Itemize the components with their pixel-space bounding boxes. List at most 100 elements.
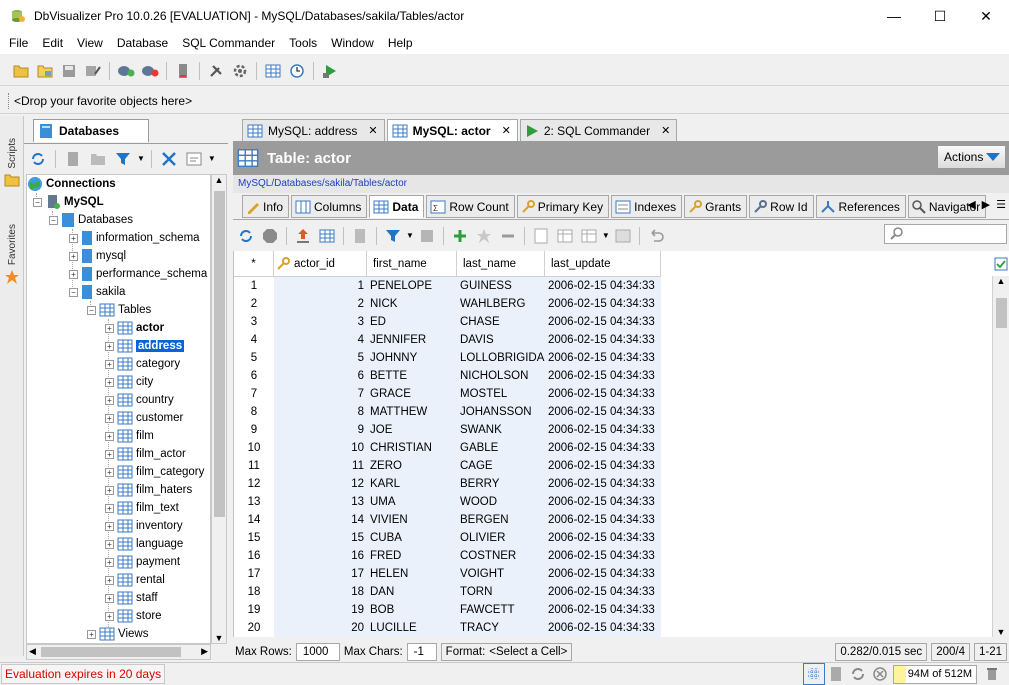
table-cell[interactable]: 2 — [274, 295, 367, 313]
table-row[interactable]: 6 6 BETTE NICHOLSON 2006-02-15 04:34:33 — [234, 367, 661, 385]
tree-mysql-connection[interactable]: − MySQL — [33, 193, 104, 211]
table-row[interactable]: 4 4 JENNIFER DAVIS 2006-02-15 04:34:33 — [234, 331, 661, 349]
table-cell[interactable]: 2006-02-15 04:34:33 — [545, 295, 661, 313]
table-cell[interactable]: KARL — [367, 475, 457, 493]
table-cell[interactable]: NICHOLSON — [457, 367, 545, 385]
tree-schema-mysql[interactable]: + mysql — [69, 247, 126, 265]
collapse-toggle[interactable]: − — [69, 287, 78, 297]
collapse-toggle[interactable]: − — [49, 215, 58, 225]
duplicate-row-button[interactable] — [473, 225, 495, 247]
subtab-columns[interactable]: Columns — [291, 195, 368, 218]
table-cell[interactable]: 2006-02-15 04:34:33 — [545, 619, 661, 637]
scroll-down-icon[interactable]: ▼ — [212, 633, 226, 643]
table-cell[interactable]: 2006-02-15 04:34:33 — [545, 583, 661, 601]
table-row[interactable]: 5 5 JOHNNY LOLLOBRIGIDA 2006-02-15 04:34:33 — [234, 349, 661, 367]
table-cell[interactable]: 4 — [274, 331, 367, 349]
table-cell[interactable]: 2006-02-15 04:34:33 — [545, 277, 661, 295]
tab-mysql-address[interactable]: MySQL: address ✕ — [242, 119, 385, 141]
table-cell[interactable]: 2006-02-15 04:34:33 — [545, 349, 661, 367]
column-header-actor-id[interactable]: actor_id — [274, 251, 367, 277]
tree-table-actor[interactable]: + actor — [105, 319, 164, 337]
expand-toggle[interactable]: + — [105, 413, 114, 423]
cancel-all-button[interactable] — [869, 663, 891, 685]
tree-table-film-actor[interactable]: + film_actor — [105, 445, 186, 463]
table-cell[interactable]: 2006-02-15 04:34:33 — [545, 511, 661, 529]
table-cell[interactable]: 10 — [274, 439, 367, 457]
table-cell[interactable]: CUBA — [367, 529, 457, 547]
export-button[interactable] — [292, 225, 314, 247]
scheduler-button[interactable] — [286, 60, 308, 82]
undo-button[interactable] — [645, 225, 667, 247]
expand-toggle[interactable]: + — [105, 449, 114, 459]
tree-connections[interactable]: Connections — [27, 175, 116, 193]
table-cell[interactable]: 20 — [274, 619, 367, 637]
scripts-tab[interactable]: Scripts — [2, 138, 22, 187]
expand-toggle[interactable]: + — [105, 503, 114, 513]
table-cell[interactable]: 2006-02-15 04:34:33 — [545, 331, 661, 349]
table-cell[interactable]: GUINESS — [457, 277, 545, 295]
subtab-grants[interactable]: Grants — [684, 195, 748, 218]
tree-table-inventory[interactable]: + inventory — [105, 517, 183, 535]
table-cell[interactable]: JOE — [367, 421, 457, 439]
tree-table-rental[interactable]: + rental — [105, 571, 165, 589]
scroll-left-icon[interactable]: ◀ — [967, 198, 975, 211]
expand-toggle[interactable]: + — [105, 539, 114, 549]
close-icon[interactable]: ✕ — [661, 124, 670, 137]
subtab-references[interactable]: References — [815, 195, 906, 218]
tab-list-icon[interactable]: ☰ — [996, 198, 1006, 211]
table-cell[interactable]: 1 — [274, 277, 367, 295]
tree-table-customer[interactable]: + customer — [105, 409, 183, 427]
tree-horizontal-scrollbar[interactable]: ◀ ▶ — [26, 644, 211, 660]
quick-filter-input[interactable] — [884, 224, 1007, 244]
grid-vertical-scrollbar[interactable]: ▲ ▼ — [992, 276, 1009, 637]
paste-table-button[interactable] — [578, 225, 600, 247]
scroll-up-icon[interactable]: ▲ — [993, 276, 1009, 286]
expand-toggle[interactable]: + — [105, 341, 114, 351]
expand-toggle[interactable]: + — [69, 251, 78, 261]
new-folder-button[interactable] — [87, 148, 109, 170]
collapse-toggle[interactable]: − — [87, 305, 96, 315]
table-cell[interactable]: 2006-02-15 04:34:33 — [545, 403, 661, 421]
subtab-row-id[interactable]: Row Id — [749, 195, 814, 218]
expand-toggle[interactable]: + — [105, 359, 114, 369]
menu-tools[interactable]: Tools — [282, 32, 324, 54]
table-cell[interactable]: JOHANSSON — [457, 403, 545, 421]
menu-help[interactable]: Help — [381, 32, 420, 54]
maximize-button[interactable]: ☐ — [917, 0, 963, 32]
expand-toggle[interactable]: + — [105, 611, 114, 621]
table-row[interactable]: 3 3 ED CHASE 2006-02-15 04:34:33 — [234, 313, 661, 331]
save-as-button[interactable] — [82, 60, 104, 82]
table-cell[interactable]: 2006-02-15 04:34:33 — [545, 457, 661, 475]
table-cell[interactable]: BETTE — [367, 367, 457, 385]
memory-usage[interactable]: 94M of 512M — [892, 664, 977, 684]
expand-toggle[interactable]: + — [105, 431, 114, 441]
table-cell[interactable]: 2006-02-15 04:34:33 — [545, 367, 661, 385]
copy-table-button[interactable] — [554, 225, 576, 247]
tree-table-payment[interactable]: + payment — [105, 553, 180, 571]
open-recent-button[interactable] — [34, 60, 56, 82]
table-cell[interactable]: 2006-02-15 04:34:33 — [545, 313, 661, 331]
tree-table-city[interactable]: + city — [105, 373, 153, 391]
subtab-data[interactable]: Data — [369, 195, 425, 218]
table-cell[interactable]: UMA — [367, 493, 457, 511]
column-chooser-button[interactable] — [992, 251, 1009, 276]
table-cell[interactable]: 2006-02-15 04:34:33 — [545, 565, 661, 583]
expand-toggle[interactable]: + — [105, 377, 114, 387]
column-header-first-name[interactable]: first_name — [367, 251, 457, 277]
table-cell[interactable]: 19 — [274, 601, 367, 619]
table-view-button[interactable] — [262, 60, 284, 82]
save-button[interactable] — [58, 60, 80, 82]
table-row[interactable]: 11 11 ZERO CAGE 2006-02-15 04:34:33 — [234, 457, 661, 475]
table-cell[interactable]: LOLLOBRIGIDA — [457, 349, 545, 367]
scroll-thumb[interactable] — [41, 647, 181, 657]
compare-button[interactable] — [612, 225, 634, 247]
actions-button[interactable]: Actions — [937, 145, 1006, 169]
gc-button[interactable] — [847, 663, 869, 685]
table-cell[interactable]: 16 — [274, 547, 367, 565]
tree-views-folder[interactable]: + Views — [87, 625, 148, 643]
expand-toggle[interactable]: + — [105, 323, 114, 333]
new-object-button[interactable] — [62, 148, 84, 170]
table-row[interactable]: 10 10 CHRISTIAN GABLE 2006-02-15 04:34:33 — [234, 439, 661, 457]
expand-toggle[interactable]: + — [87, 629, 96, 639]
tree-table-store[interactable]: + store — [105, 607, 162, 625]
